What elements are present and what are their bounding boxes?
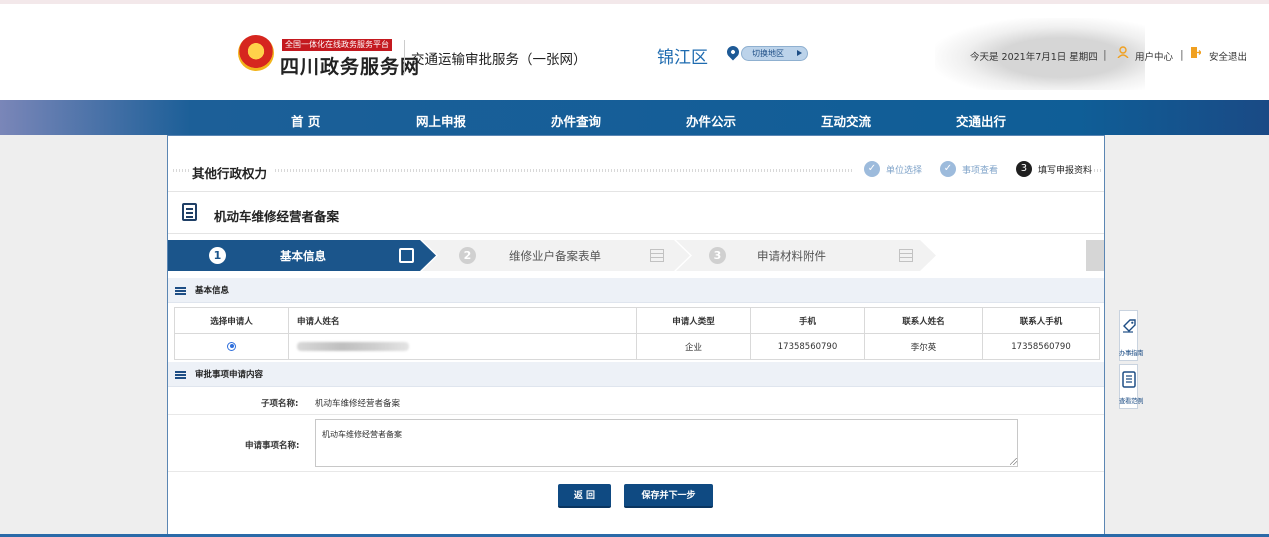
user-center-link[interactable]: 用户中心 [1135,49,1173,63]
applicant-table: 选择申请人 申请人姓名 申请人类型 手机 联系人姓名 联系人手机 企业 1735… [174,307,1100,360]
date-text: 今天是 2021年7月1日 星期四 [970,52,1098,63]
applicant-phone: 17358560790 [750,333,865,360]
wizard-edge [1086,240,1104,271]
item-name-label: 申请事项名称: [245,441,300,451]
form-icon [899,249,913,262]
column-header: 申请人姓名 [288,307,637,334]
column-header: 联系人手机 [982,307,1100,334]
step-unit-select: 单位选择 [885,165,922,176]
header-separator: | [1103,48,1107,61]
nav-item-home[interactable]: 首 页 [291,111,320,130]
sub-item-value: 机动车维修经营者备案 [315,399,401,409]
brand-divider [404,40,405,74]
site-header: 全国一体化在线政务服务平台 四川政务服务网 交通运输审批服务（一张网） 锦江区 … [0,4,1269,100]
wizard-step-number: 2 [459,247,476,264]
view-example-label: 查看范例 [1119,397,1144,405]
row-divider [168,471,1104,472]
resize-handle-icon[interactable] [1010,458,1017,465]
main-nav: 首 页 网上申报 办件查询 办件公示 互动交流 交通出行 [0,100,1269,135]
applicant-radio[interactable] [227,341,236,351]
document-icon [1122,371,1136,388]
item-name-textarea[interactable]: 机动车维修经营者备案 [315,419,1018,467]
step-number-icon: 3 [1015,161,1032,177]
platform-tag: 全国一体化在线政务服务平台 [282,39,392,51]
column-header: 选择申请人 [174,307,289,334]
service-guide-button[interactable]: 办事指南 [1119,310,1144,361]
play-arrow-icon [797,50,802,56]
progress-steps: ✓ 单位选择 ✓ 事项查看 3 填写申报资料 [853,161,1092,177]
column-header: 申请人类型 [636,307,751,334]
wizard-step-label: 基本信息 [280,249,326,263]
table-row: 企业 17358560790 李尔英 17358560790 [174,333,1100,360]
column-header: 手机 [750,307,865,334]
form-wizard: 1 基本信息 2 维修业户备案表单 3 申请材料附件 [168,240,1104,271]
tag-icon [1123,319,1136,333]
applicant-name-redacted [297,341,409,351]
header-separator: | [1180,48,1184,61]
site-brand[interactable]: 四川政务服务网 [280,52,420,79]
check-icon: ✓ [863,161,880,177]
location-pin-icon [724,43,742,61]
wizard-step-label: 申请材料附件 [757,249,826,263]
switch-region-label: 切换地区 [752,49,784,58]
nav-item-online-apply[interactable]: 网上申报 [416,111,466,130]
item-header: 机动车维修经营者备案 [168,192,1104,234]
wizard-step-label: 维修业户备案表单 [509,249,601,263]
section-application-content: 审批事项申请内容 [168,362,1104,387]
wizard-step-number: 1 [209,247,226,264]
service-guide-label: 办事指南 [1119,349,1144,357]
table-header-row: 选择申请人 申请人姓名 申请人类型 手机 联系人姓名 联系人手机 [174,307,1100,334]
nav-item-transport[interactable]: 交通出行 [956,111,1006,130]
logout-icon[interactable] [1191,47,1201,58]
row-divider [168,414,1104,415]
nav-item-interaction[interactable]: 互动交流 [821,111,871,130]
service-title: 交通运输审批服务（一张网） [411,52,587,68]
item-title: 机动车维修经营者备案 [214,209,340,224]
wizard-step-number: 3 [709,247,726,264]
section-title: 基本信息 [195,286,230,296]
breadcrumb-title: 其他行政权力 [190,163,276,182]
step-fill-info: 填写申报资料 [1037,165,1092,176]
national-emblem-icon [238,35,274,71]
logout-link[interactable]: 安全退出 [1209,49,1247,63]
form-icon [650,249,664,262]
sub-item-label: 子项名称: [261,399,299,409]
applicant-type: 企业 [636,333,751,360]
save-next-button[interactable]: 保存并下一步 [624,484,713,508]
section-title: 审批事项申请内容 [195,370,264,380]
view-example-button[interactable]: 查看范例 [1119,364,1144,409]
user-icon[interactable] [1117,46,1129,58]
application-card: 其他行政权力 ✓ 单位选择 ✓ 事项查看 3 填写申报资料 机动车维修经营者备案… [167,135,1105,537]
list-icon [175,287,186,289]
list-icon [175,371,186,373]
breadcrumb: 其他行政权力 ✓ 单位选择 ✓ 事项查看 3 填写申报资料 [168,136,1104,192]
document-icon [182,203,197,221]
nav-item-case-publicity[interactable]: 办件公示 [686,111,736,130]
section-basic-info: 基本信息 [168,278,1104,303]
nav-item-case-query[interactable]: 办件查询 [551,111,601,130]
column-header: 联系人姓名 [864,307,983,334]
edit-icon [399,248,414,263]
check-icon: ✓ [939,161,956,177]
switch-region-button[interactable]: 切换地区 [741,46,808,61]
step-item-view: 事项查看 [961,165,998,176]
contact-name: 李尔英 [864,333,983,360]
current-region: 锦江区 [657,48,708,68]
back-button[interactable]: 返 回 [558,484,611,508]
contact-phone: 17358560790 [982,333,1100,360]
